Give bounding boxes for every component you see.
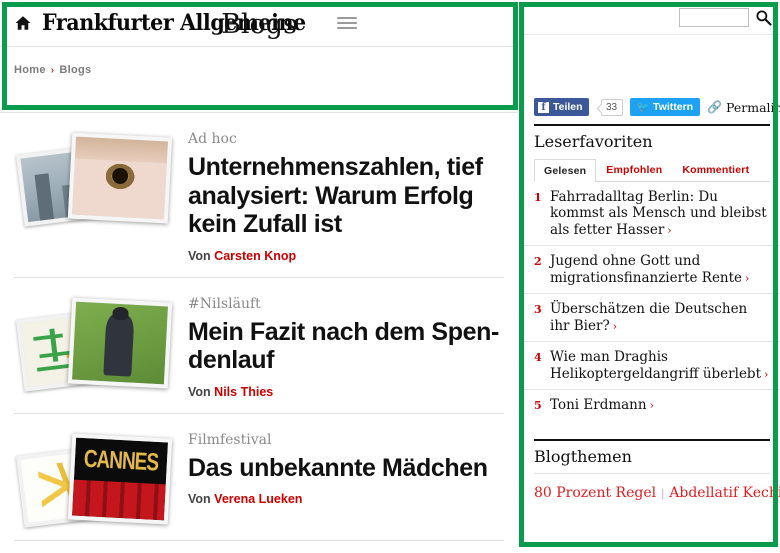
favorite-title[interactable]: Jugend ohne Gott und migrationsfinanzier… [550, 253, 770, 286]
favorite-title[interactable]: Wie man Draghis Helikoptergeldangriff üb… [550, 349, 770, 382]
byline-prefix: Von [188, 248, 211, 263]
permalink-link[interactable]: 🔗 Permalink [707, 100, 780, 115]
list-item[interactable]: 5 Toni Erdmann › [524, 390, 780, 420]
chevron-right-icon: › [649, 399, 654, 413]
favorites-list: 1 Fahrradalltag Berlin: Du kommst als Me… [524, 182, 780, 421]
favorite-rank: 3 [534, 303, 542, 317]
chevron-right-icon: › [612, 319, 618, 333]
main-content-column: Frankfurter Allgemeine Blogs Home › Blogs … [0, 0, 518, 553]
search-bar [524, 0, 780, 34]
favorite-title-text: Fahrradalltag Berlin: Du kommst als Mens… [550, 189, 767, 238]
permalink-label: Permalink [726, 99, 780, 115]
favorite-title[interactable]: Toni Erdmann › [550, 397, 654, 413]
article-kicker: Ad hoc [188, 131, 237, 147]
byline-prefix: Von [188, 384, 211, 399]
favorite-rank: 4 [534, 351, 542, 365]
tag-separator: | [661, 485, 665, 500]
article-list: Ad hoc Unternehmenszahlen, tief analysie… [0, 113, 518, 553]
thumb-eye-image [72, 136, 168, 220]
facebook-icon: f [538, 101, 549, 113]
thumb-runner-image [72, 301, 168, 384]
byline-prefix: Von [188, 492, 211, 506]
favorite-title[interactable]: Fahrradalltag Berlin: Du kommst als Mens… [550, 189, 770, 238]
list-item[interactable]: 4 Wie man Draghis Helikoptergeldangriff … [524, 342, 780, 391]
blogthema-tag[interactable]: 80 Prozent Regel [534, 485, 656, 501]
article-byline: Von Carsten Knop [188, 249, 504, 263]
favorite-title-text: Wie man Draghis Helikoptergeldangriff üb… [550, 349, 761, 382]
article-item[interactable]: Deus ex Machina [14, 541, 504, 553]
favorites-section-title: Leserfavoriten [534, 132, 653, 151]
page-root: Frankfurter Allgemeine Blogs Home › Blogs … [0, 0, 780, 553]
search-input[interactable] [679, 7, 749, 27]
facebook-share-button[interactable]: f Teilen [534, 98, 589, 116]
article-item[interactable]: Filmfestival Das unbekannte Mädchen Von … [14, 414, 504, 541]
favorite-title[interactable]: Überschätzen die Deutschen ihr Bier? › [550, 301, 770, 334]
thumb-cannes-image [72, 437, 168, 520]
article-thumbnail[interactable] [14, 430, 173, 528]
favorite-title-text: Überschätzen die Deutschen ihr Bier? [550, 301, 748, 334]
twitter-bird-icon: 🐦 [636, 101, 650, 113]
favorites-tabs: Gelesen Empfohlen Kommentiert [534, 158, 770, 182]
article-author[interactable]: Nils Thies [214, 385, 273, 399]
twitter-share-label: Twittern [653, 101, 694, 113]
twitter-share-button[interactable]: 🐦 Twittern [629, 98, 701, 116]
article-author[interactable]: Verena Lueken [214, 492, 302, 506]
hamburger-menu-icon[interactable] [336, 17, 357, 29]
favorite-title-text: Jugend ohne Gott und migrationsfinanzier… [550, 253, 743, 286]
facebook-share-count: 33 [600, 98, 623, 116]
breadcrumb-separator-icon: › [50, 65, 55, 76]
article-kicker: #Nilsläuft [188, 295, 261, 312]
article-thumbnail[interactable] [14, 129, 173, 227]
article-byline: Von Verena Lueken [188, 492, 504, 506]
article-headline[interactable]: Unternehmenszahlen, tief analysiert: War… [188, 153, 504, 239]
sidebar-top-spacer [524, 34, 780, 94]
chevron-right-icon: › [667, 223, 672, 237]
article-author[interactable]: Carsten Knop [214, 249, 296, 263]
chevron-right-icon: › [764, 367, 769, 381]
brand-logo[interactable]: Frankfurter Allgemeine [42, 10, 306, 36]
favorite-title-text: Toni Erdmann [550, 397, 647, 414]
breadcrumb-home[interactable]: Home [14, 64, 46, 76]
home-icon[interactable] [14, 14, 32, 32]
article-headline[interactable]: Das unbekannte Mädchen [188, 454, 504, 483]
social-share-bar: f Teilen 33 🐦 Twittern 🔗 Permalink [524, 94, 780, 124]
article-kicker: Filmfestival [188, 431, 272, 448]
article-thumbnail[interactable] [14, 294, 173, 392]
article-byline: Von Nils Thies [188, 385, 504, 399]
link-icon: 🔗 [707, 100, 723, 114]
search-icon[interactable] [754, 8, 772, 26]
favorite-rank: 5 [534, 399, 542, 413]
site-masthead: Frankfurter Allgemeine Blogs [0, 0, 518, 46]
tab-empfohlen[interactable]: Empfohlen [596, 158, 672, 181]
blogthema-tag[interactable]: Abdellatif Kechiche [669, 485, 780, 501]
list-item[interactable]: 1 Fahrradalltag Berlin: Du kommst als Me… [524, 182, 780, 247]
blogthemen-tag-cloud: 80 Prozent Regel|Abdellatif Kechiche|All… [524, 474, 780, 505]
article-headline[interactable]: Mein Fazit nach dem Spen­denlauf [188, 318, 504, 375]
article-item[interactable]: #Nilsläuft Mein Fazit nach dem Spen­denl… [14, 278, 504, 414]
breadcrumb: Home › Blogs [0, 47, 518, 76]
blogthemen-section-title: Blogthemen [534, 446, 632, 466]
tab-kommentiert[interactable]: Kommentiert [672, 158, 759, 181]
breadcrumb-current[interactable]: Blogs [59, 64, 91, 76]
chevron-right-icon: › [745, 271, 750, 285]
list-item[interactable]: 3 Überschätzen die Deutschen ihr Bier? › [524, 294, 780, 343]
facebook-share-label: Teilen [553, 101, 583, 113]
article-item[interactable]: Ad hoc Unternehmenszahlen, tief analysie… [14, 113, 504, 278]
favorite-rank: 1 [534, 191, 542, 204]
tab-gelesen[interactable]: Gelesen [534, 159, 597, 182]
favorite-rank: 2 [534, 255, 542, 269]
sidebar-column: f Teilen 33 🐦 Twittern 🔗 Permalink Leser… [524, 0, 780, 553]
list-item[interactable]: 2 Jugend ohne Gott und migrationsfinanzi… [524, 246, 780, 295]
